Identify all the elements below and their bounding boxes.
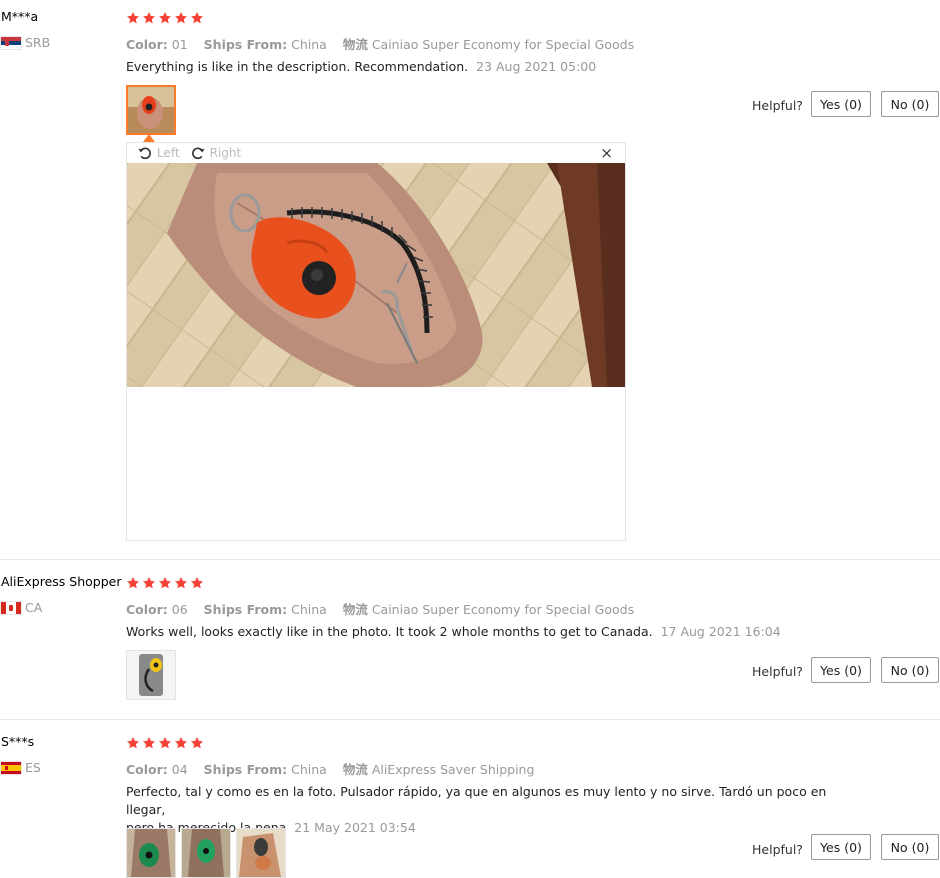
helpful-label: Helpful? — [752, 842, 803, 857]
viewer-toolbar: Left Right × — [127, 143, 625, 163]
rating-stars — [126, 576, 204, 590]
color-value: 01 — [171, 37, 188, 52]
star-icon — [126, 736, 140, 750]
review-text: Works well, looks exactly like in the ph… — [126, 623, 781, 641]
helpful-yes-button[interactable]: Yes (0) — [811, 657, 871, 683]
helpful-label: Helpful? — [752, 664, 803, 679]
star-icon — [142, 736, 156, 750]
close-icon[interactable]: × — [600, 144, 613, 162]
clicker-photo-thumb — [182, 829, 230, 877]
clicker-photo-thumb — [127, 829, 175, 877]
country-code: SRB — [25, 35, 51, 50]
rotate-right-icon — [191, 147, 205, 160]
shipping-method: Cainiao Super Economy for Special Goods — [371, 37, 635, 52]
photo-viewer: Left Right × — [126, 142, 626, 541]
star-icon — [174, 576, 188, 590]
review-photo-thumbnail[interactable] — [181, 828, 231, 878]
star-icon — [158, 11, 172, 25]
reviewer-name: AliExpress Shopper — [1, 574, 122, 589]
rotate-left-button[interactable]: Left — [137, 145, 180, 161]
clicker-photo-thumb — [128, 87, 174, 133]
star-icon — [142, 576, 156, 590]
color-label: Color: — [126, 602, 168, 617]
thumbnail-pointer — [143, 134, 155, 142]
helpful-yes-button[interactable]: Yes (0) — [811, 834, 871, 860]
clicker-photo-thumb — [127, 651, 175, 699]
review-date: 17 Aug 2021 16:04 — [660, 624, 781, 639]
ships-from-value: China — [291, 602, 327, 617]
star-icon — [174, 736, 188, 750]
ships-from-label: Ships From: — [203, 762, 288, 777]
star-icon — [190, 11, 204, 25]
star-icon — [126, 576, 140, 590]
review-text: Everything is like in the description. R… — [126, 58, 596, 76]
shipping-label: 物流 — [342, 762, 368, 777]
review-content: Works well, looks exactly like in the ph… — [126, 624, 653, 639]
shipping-label: 物流 — [342, 602, 368, 617]
reviewer-country: CA — [1, 600, 42, 615]
review-date: 23 Aug 2021 05:00 — [476, 59, 597, 74]
helpful-yes-button[interactable]: Yes (0) — [811, 91, 871, 117]
rating-stars — [126, 11, 204, 25]
color-value: 04 — [171, 762, 188, 777]
country-code: CA — [25, 600, 43, 615]
star-icon — [126, 11, 140, 25]
helpful-label: Helpful? — [752, 98, 803, 113]
review-meta: Color: 01 Ships From: China 物流 Cainiao S… — [126, 34, 646, 53]
helpful-no-button[interactable]: No (0) — [881, 657, 939, 683]
reviewer-country: ES — [1, 760, 41, 775]
helpful-no-button[interactable]: No (0) — [881, 834, 939, 860]
review-content: Everything is like in the description. R… — [126, 59, 469, 74]
review-photo-thumbnail[interactable] — [126, 650, 176, 700]
star-icon — [142, 11, 156, 25]
star-icon — [174, 11, 188, 25]
rotate-right-label: Right — [209, 146, 242, 160]
rating-stars — [126, 736, 204, 750]
star-icon — [190, 576, 204, 590]
review-item: AliExpress Shopper CA Color: 06 Ships Fr… — [0, 560, 940, 719]
country-code: ES — [25, 760, 41, 775]
ships-from-value: China — [291, 762, 327, 777]
ships-from-label: Ships From: — [203, 37, 288, 52]
rotate-left-icon — [138, 147, 151, 160]
ships-from-label: Ships From: — [203, 602, 288, 617]
serbia-flag-icon — [1, 36, 21, 49]
shipping-method: AliExpress Saver Shipping — [371, 762, 535, 777]
canada-flag-icon — [1, 601, 21, 614]
review-meta: Color: 04 Ships From: China 物流 AliExpres… — [126, 759, 546, 778]
star-icon — [190, 736, 204, 750]
shipping-label: 物流 — [342, 37, 368, 52]
rotate-left-label: Left — [157, 146, 180, 160]
reviewer-country: SRB — [1, 35, 50, 50]
review-photo-thumbnail[interactable] — [236, 828, 286, 878]
ships-from-value: China — [291, 37, 327, 52]
helpful-no-button[interactable]: No (0) — [881, 91, 939, 117]
star-icon — [158, 736, 172, 750]
spain-flag-icon — [1, 761, 21, 774]
review-item: S***s ES Color: 04 Ships From: China 物流 … — [0, 720, 940, 878]
reviewer-name: S***s — [1, 734, 35, 749]
review-item: M***a SRB Color: 01 Ships From: China 物流… — [0, 0, 940, 559]
review-photo-thumbnail[interactable] — [126, 828, 176, 878]
review-content-line1: Perfecto, tal y como es en la foto. Puls… — [126, 784, 827, 817]
star-icon — [158, 576, 172, 590]
rotate-right-button[interactable]: Right — [190, 145, 242, 161]
color-label: Color: — [126, 37, 168, 52]
clicker-in-hand-photo — [127, 163, 625, 387]
review-photo-thumbnail[interactable] — [126, 85, 176, 135]
clicker-photo-thumb — [237, 829, 285, 877]
color-label: Color: — [126, 762, 168, 777]
color-value: 06 — [171, 602, 188, 617]
review-date: 21 May 2021 03:54 — [294, 820, 416, 835]
review-meta: Color: 06 Ships From: China 物流 Cainiao S… — [126, 599, 646, 618]
review-photo-large — [127, 163, 625, 387]
reviewer-name: M***a — [1, 9, 39, 24]
shipping-method: Cainiao Super Economy for Special Goods — [371, 602, 635, 617]
